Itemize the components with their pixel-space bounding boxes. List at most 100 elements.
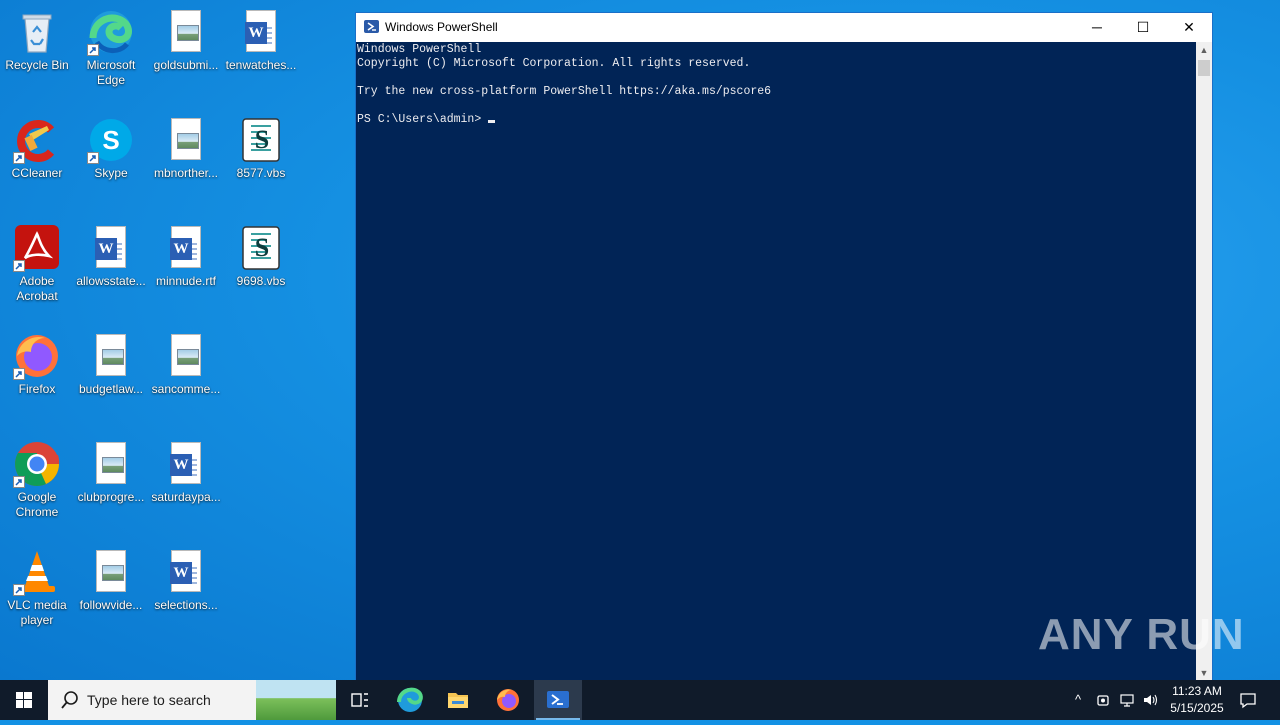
desktop-icon-budgetlaw[interactable]: budgetlaw...: [74, 332, 148, 397]
task-view-icon: [351, 693, 368, 707]
desktop-icon-vlc-media-player[interactable]: VLC media player: [0, 548, 74, 628]
windows-logo-icon: [16, 692, 32, 708]
svg-text:S: S: [255, 125, 269, 154]
window-titlebar[interactable]: Windows PowerShell ─ ☐ ✕: [356, 13, 1212, 42]
desktop-icon-label: 8577.vbs: [236, 166, 286, 180]
image-file-icon: [162, 8, 210, 56]
close-button[interactable]: ✕: [1166, 13, 1212, 42]
search-icon: [61, 691, 78, 709]
google-chrome-icon: [13, 440, 61, 488]
vbs-script-icon: S: [237, 224, 285, 272]
desktop-icon-label: saturdaypa...: [151, 490, 221, 504]
console-prompt: PS C:\Users\admin>: [357, 113, 489, 126]
powershell-icon: [364, 20, 379, 33]
clock-time: 11:23 AM: [1172, 684, 1222, 698]
taskbar-edge[interactable]: [386, 680, 434, 720]
desktop-icon-clubprogre[interactable]: clubprogre...: [74, 440, 148, 505]
taskbar: Type here to search ^ 11:23 AM 5/15/2025: [0, 680, 1280, 720]
vbs-script-icon: S: [237, 116, 285, 164]
start-button[interactable]: [0, 680, 48, 720]
edge-icon: [87, 8, 135, 56]
desktop-icon-recycle-bin[interactable]: Recycle Bin: [0, 8, 74, 73]
desktop: Recycle Bin CCleaner Adobe Acrobat Firef…: [0, 0, 1280, 680]
task-view-button[interactable]: [336, 680, 384, 720]
scroll-down-arrow-icon[interactable]: ▼: [1196, 665, 1212, 680]
search-highlight-image: [256, 680, 336, 720]
desktop-icon-tenwatches[interactable]: W tenwatches...: [224, 8, 298, 73]
desktop-icon-label: allowsstate...: [76, 274, 146, 288]
word-document-icon: W: [162, 440, 210, 488]
desktop-icon-minnude-rtf[interactable]: W minnude.rtf: [149, 224, 223, 289]
console-prompt-line[interactable]: PS C:\Users\admin>: [357, 113, 1196, 127]
search-placeholder: Type here to search: [87, 692, 211, 708]
desktop-icon-label: mbnorther...: [153, 166, 219, 180]
shortcut-arrow-icon: [87, 44, 99, 56]
skype-icon: S: [87, 116, 135, 164]
console-line: Try the new cross-platform PowerShell ht…: [357, 85, 772, 98]
desktop-icon-followvide[interactable]: followvide...: [74, 548, 148, 613]
desktop-icon-label: goldsubmi...: [153, 58, 219, 72]
shortcut-arrow-icon: [13, 368, 25, 380]
desktop-icon-label: Skype: [94, 166, 128, 180]
svg-text:S: S: [102, 125, 119, 155]
image-file-icon: [162, 332, 210, 380]
desktop-icon-label: selections...: [154, 598, 218, 612]
desktop-icon-skype[interactable]: S Skype: [74, 116, 148, 181]
desktop-icon-label: Adobe Acrobat: [16, 274, 58, 303]
taskbar-clock[interactable]: 11:23 AM 5/15/2025: [1162, 683, 1232, 717]
desktop-icon-label: Recycle Bin: [5, 58, 69, 72]
shortcut-arrow-icon: [13, 260, 25, 272]
volume-icon[interactable]: [1142, 692, 1158, 708]
desktop-icon-firefox[interactable]: Firefox: [0, 332, 74, 397]
desktop-icon-label: tenwatches...: [225, 58, 297, 72]
desktop-icon-ccleaner[interactable]: CCleaner: [0, 116, 74, 181]
desktop-icon-microsoft-edge[interactable]: Microsoft Edge: [74, 8, 148, 88]
text-cursor: [488, 120, 496, 123]
taskbar-firefox[interactable]: [484, 680, 532, 720]
taskbar-search-box[interactable]: Type here to search: [48, 680, 336, 720]
desktop-icon-goldsubmi[interactable]: goldsubmi...: [149, 8, 223, 73]
desktop-icon-allowsstate[interactable]: W allowsstate...: [74, 224, 148, 289]
desktop-icon-label: CCleaner: [11, 166, 63, 180]
vertical-scrollbar[interactable]: ▲ ▼: [1196, 42, 1212, 680]
desktop-icon-label: followvide...: [79, 598, 143, 612]
desktop-icon-sancomme[interactable]: sancomme...: [149, 332, 223, 397]
desktop-icon-selections[interactable]: W selections...: [149, 548, 223, 613]
word-document-icon: W: [87, 224, 135, 272]
svg-text:S: S: [255, 233, 269, 262]
scroll-up-arrow-icon[interactable]: ▲: [1196, 42, 1212, 58]
clock-date: 5/15/2025: [1170, 701, 1224, 715]
show-hidden-icons-chevron-icon[interactable]: ^: [1070, 692, 1086, 708]
desktop-icon-label: budgetlaw...: [78, 382, 144, 396]
window-title: Windows PowerShell: [385, 20, 498, 34]
folder-icon: [448, 693, 468, 708]
recycle-bin-icon: [13, 8, 61, 56]
desktop-icon-google-chrome[interactable]: Google Chrome: [0, 440, 74, 520]
shortcut-arrow-icon: [13, 584, 25, 596]
console-line: Copyright (C) Microsoft Corporation. All…: [357, 57, 751, 70]
network-icon[interactable]: [1119, 692, 1135, 708]
tray-app-icon[interactable]: [1095, 692, 1111, 708]
ccleaner-icon: [13, 116, 61, 164]
powershell-window[interactable]: Windows PowerShell ─ ☐ ✕ Windows PowerSh…: [355, 12, 1213, 680]
minimize-button[interactable]: ─: [1074, 13, 1120, 42]
scrollbar-thumb[interactable]: [1198, 60, 1210, 76]
firefox-icon: [497, 689, 519, 711]
desktop-icon-adobe-acrobat[interactable]: Adobe Acrobat: [0, 224, 74, 304]
desktop-icon-8577-vbs[interactable]: S 8577.vbs: [224, 116, 298, 181]
desktop-icon-label: VLC media player: [7, 598, 67, 627]
powershell-icon: [547, 691, 569, 708]
notifications-icon[interactable]: [1239, 691, 1257, 709]
desktop-icon-9698-vbs[interactable]: S 9698.vbs: [224, 224, 298, 289]
vlc-cone-icon: [13, 548, 61, 596]
desktop-icon-label: Firefox: [18, 382, 56, 396]
desktop-icon-saturdaypa[interactable]: W saturdaypa...: [149, 440, 223, 505]
taskbar-powershell[interactable]: [534, 680, 582, 720]
desktop-icon-mbnorther[interactable]: mbnorther...: [149, 116, 223, 181]
taskbar-file-explorer[interactable]: [434, 680, 482, 720]
console-output[interactable]: Windows PowerShell Copyright (C) Microsof…: [356, 42, 1196, 680]
word-document-icon: W: [162, 548, 210, 596]
maximize-button[interactable]: ☐: [1120, 13, 1166, 42]
